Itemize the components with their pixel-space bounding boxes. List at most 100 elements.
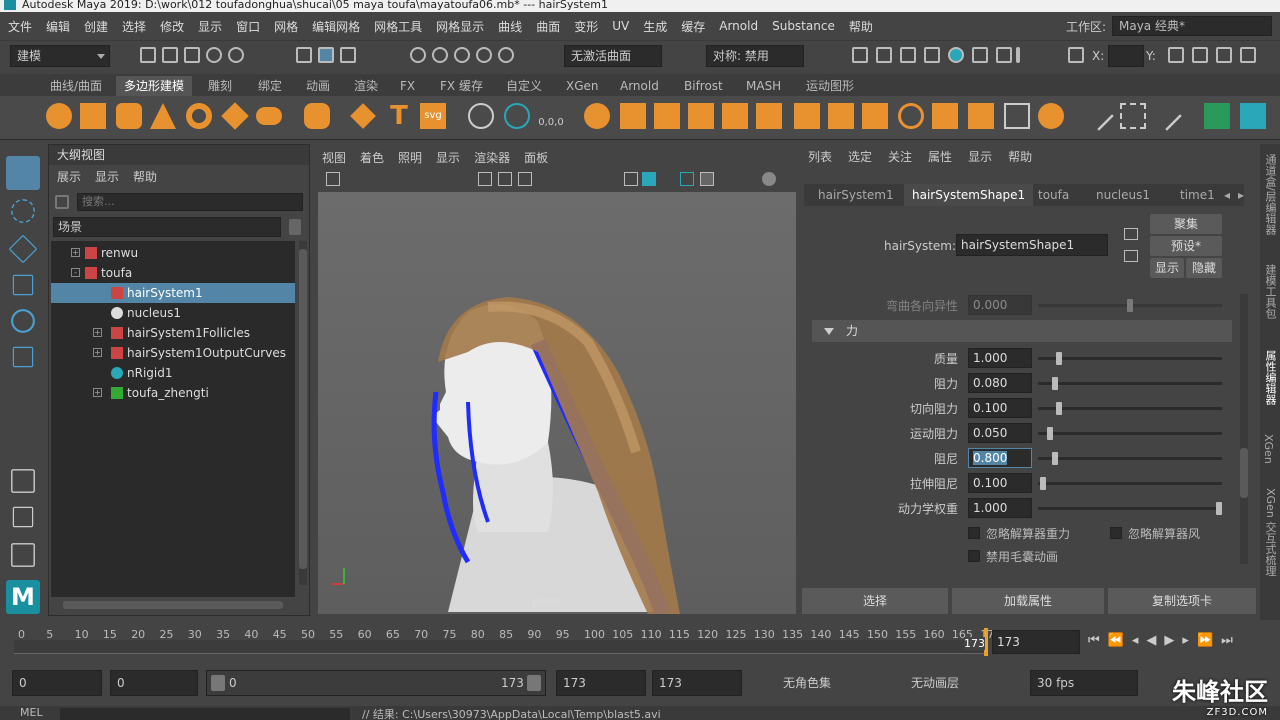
lasso-tool-icon[interactable] [11,199,35,223]
outliner-row[interactable]: + hairSystem1Follicles [51,323,295,343]
shelf-extra-icon[interactable] [1240,103,1266,129]
input-connection-icon[interactable] [1124,228,1138,240]
select-object-icon[interactable] [318,47,334,63]
menu-mesh-tools[interactable]: 网格工具 [374,18,422,35]
outliner-row[interactable]: nRigid1 [51,363,295,383]
outliner-menu-help[interactable]: 帮助 [133,168,157,185]
x-field[interactable] [1108,45,1144,67]
modeling-toolkit-icon[interactable] [972,47,988,63]
grid-toggle-icon[interactable] [478,172,492,186]
save-scene-icon[interactable] [184,47,200,63]
time-slider-track[interactable] [14,640,984,654]
multi-cut-icon[interactable] [1038,103,1064,129]
cone-icon[interactable] [150,103,176,129]
attr-field[interactable]: 0.800 [968,448,1032,468]
slider-knob[interactable] [1127,299,1133,312]
live-surface-field[interactable]: 无激活曲面 [564,45,662,67]
snap-point-icon[interactable] [454,47,470,63]
attribute-editor-toggle-icon[interactable] [1216,47,1232,63]
shelf-tab-fx-cache[interactable]: FX 缓存 [432,76,491,96]
platonic-icon[interactable] [304,103,330,129]
symmetry-dropdown[interactable]: 对称: 禁用 [706,45,804,67]
merge-icon[interactable] [968,103,994,129]
four-view-layout-icon[interactable] [12,506,34,528]
select-component-icon[interactable] [340,47,356,63]
uv-toolkit-icon[interactable] [1204,103,1230,129]
cube-icon[interactable] [80,103,106,129]
ae-tab-hairsystemshape1[interactable]: hairSystemShape1 [904,184,1034,206]
disc-icon[interactable] [256,107,282,125]
shelf-tab-mash[interactable]: MASH [738,76,789,96]
extrude-icon[interactable] [932,103,958,129]
ae-menu-show[interactable]: 显示 [968,148,992,165]
attr-field[interactable]: 0.050 [968,423,1032,443]
uv-editor-icon[interactable] [1152,101,1182,131]
menu-windows[interactable]: 窗口 [236,18,260,35]
tab-scroll-right-icon[interactable]: ▸ [1238,188,1244,202]
menu-edit-mesh[interactable]: 编辑网格 [312,18,360,35]
plane-icon[interactable] [221,102,249,130]
move-tool-icon[interactable] [12,274,34,296]
outliner-row[interactable]: hairSystem1 [51,283,295,303]
render-frame-icon[interactable] [852,47,868,63]
hypershade-icon[interactable] [924,47,940,63]
outliner-scene-dropdown[interactable]: 场景 [53,217,281,237]
menu-help[interactable]: 帮助 [849,18,873,35]
copy-tab-button[interactable]: 复制选项卡 [1108,588,1256,614]
outliner-vscroll-thumb[interactable] [299,249,307,569]
xray-icon[interactable] [700,172,714,186]
ae-menu-focus[interactable]: 关注 [888,148,912,165]
snap-surface-icon[interactable] [498,47,514,63]
menu-curves[interactable]: 曲线 [498,18,522,35]
focus-button[interactable]: 聚集 [1150,214,1222,234]
resolution-gate-icon[interactable] [518,172,532,186]
show-button[interactable]: 显示 [1150,258,1184,278]
combine-icon[interactable] [584,103,610,129]
transform-constraint-icon[interactable] [1068,47,1084,63]
range-slider[interactable]: 0 173 [206,670,546,696]
shelf-tab-xgen[interactable]: XGen [558,76,607,96]
outliner-search-input[interactable]: 搜索... [77,193,303,211]
menu-mesh-display[interactable]: 网格显示 [436,18,484,35]
extract-icon[interactable] [654,103,680,129]
shelf-tab-rendering[interactable]: 渲染 [346,76,386,96]
separate-icon[interactable] [620,103,646,129]
edge-loop-icon[interactable] [1084,101,1114,131]
new-scene-icon[interactable] [140,47,156,63]
viewport-menu-renderer[interactable]: 渲染器 [474,149,510,166]
slider-knob[interactable] [1056,352,1062,365]
attr-field[interactable]: 0.100 [968,398,1032,418]
average-icon[interactable] [756,103,782,129]
snap-view-icon[interactable] [476,47,492,63]
menu-uv[interactable]: UV [612,19,629,33]
3d-viewport[interactable]: persp [318,192,796,614]
shelf-tab-animation[interactable]: 动画 [298,76,338,96]
smooth-shade-icon[interactable] [642,172,656,186]
outliner-layout-icon[interactable] [11,543,35,567]
ae-vscrollbar[interactable] [1240,294,1248,564]
menu-select[interactable]: 选择 [122,18,146,35]
shelf-tab-bifrost[interactable]: Bifrost [676,76,731,96]
play-forward-icon[interactable]: ▶ [1164,633,1174,648]
isolate-select-icon[interactable] [762,172,776,186]
node-name-field[interactable]: hairSystemShape1 [956,234,1108,256]
attr-slider[interactable] [1038,452,1222,465]
side-tab-xgen[interactable]: XGen [1262,434,1275,464]
ae-tab-toufa[interactable]: toufa [1030,184,1077,206]
outliner-row[interactable]: - toufa [51,263,295,283]
attr-field[interactable]: 1.000 [968,348,1032,368]
attr-slider[interactable] [1038,377,1222,390]
side-tab-xgen-groom[interactable]: XGen 交互式梳理 [1262,488,1278,576]
target-weld-icon[interactable] [1004,103,1030,129]
end-time-field[interactable]: 173 [556,670,646,696]
character-controls-icon[interactable] [996,47,1012,63]
attr-field[interactable]: 0.000 [968,295,1032,315]
quad-draw-icon[interactable] [1120,103,1146,129]
redo-icon[interactable] [228,47,244,63]
shelf-tab-fx[interactable]: FX [392,76,423,96]
booleans-icon[interactable] [688,103,714,129]
step-back-key-icon[interactable]: ⏪ [1108,633,1124,648]
anim-start-field[interactable]: 0 [110,670,198,696]
range-slider-right-handle[interactable] [527,675,541,691]
ignore-solver-gravity-checkbox[interactable] [968,527,980,539]
